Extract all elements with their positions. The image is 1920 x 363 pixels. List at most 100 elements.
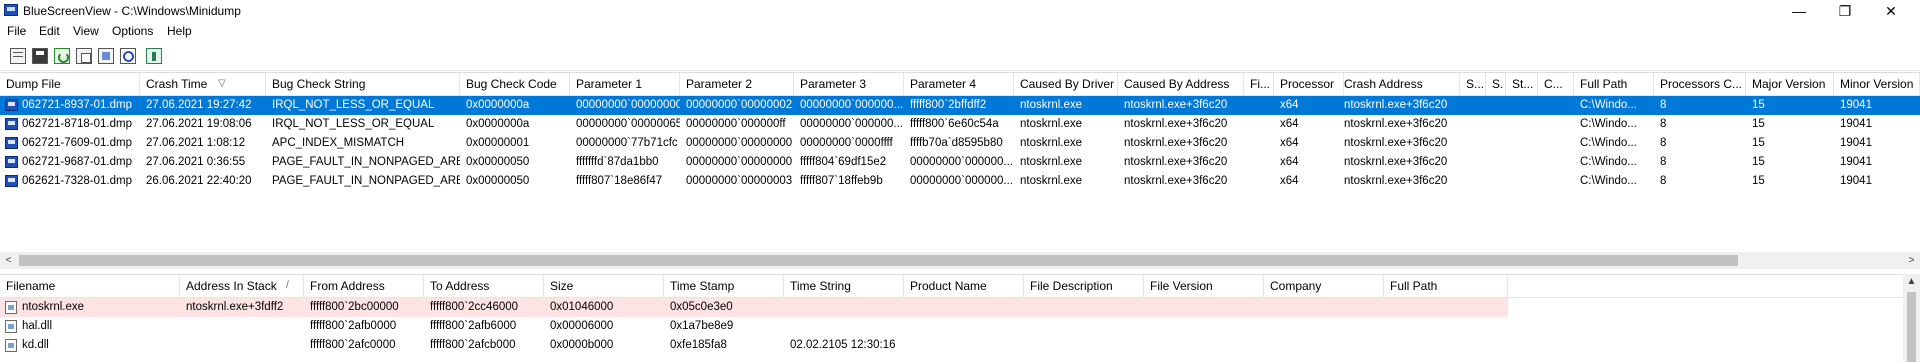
copy-icon[interactable]: [76, 48, 92, 64]
crash-cell: 00000000`00000000: [686, 137, 793, 149]
column-header[interactable]: From Address: [304, 275, 424, 297]
crash-cell: [1506, 96, 1538, 115]
column-header[interactable]: St...: [1506, 73, 1538, 95]
column-header[interactable]: Address In Stack /: [180, 275, 304, 297]
column-header[interactable]: Processor: [1274, 73, 1344, 95]
vertical-scrollbar[interactable]: ▲: [1903, 274, 1920, 362]
crash-cell: fffff807`18e86f47: [576, 175, 663, 187]
crash-cell: 19041: [1840, 137, 1872, 149]
save-icon[interactable]: [32, 48, 48, 64]
crash-cell: [1460, 134, 1486, 153]
module-cell: [784, 298, 904, 317]
crash-cell: [1486, 172, 1506, 191]
module-row[interactable]: hal.dll fffff800`2afb0000 fffff800`2afb600…: [0, 317, 1508, 336]
column-header[interactable]: File Version: [1144, 275, 1264, 297]
column-header[interactable]: Processors C...: [1654, 73, 1746, 95]
module-cell: 0x0000b000: [550, 339, 614, 351]
column-header[interactable]: File Description: [1024, 275, 1144, 297]
column-header[interactable]: Size: [544, 275, 664, 297]
crash-cell: ntoskrnl.exe: [1020, 175, 1083, 187]
crash-cell: 00000000`00000065: [576, 118, 680, 130]
column-header[interactable]: Minor Version: [1834, 73, 1920, 95]
column-header[interactable]: Fi...: [1244, 73, 1274, 95]
crash-cell: [1506, 134, 1538, 153]
window-title: BlueScreenView - C:\Windows\Minidump: [23, 4, 241, 18]
crash-cell: 19041: [1840, 99, 1872, 111]
scroll-right-icon[interactable]: >: [1903, 252, 1920, 269]
column-header[interactable]: S...: [1460, 73, 1486, 95]
column-header[interactable]: Time Stamp: [664, 275, 784, 297]
module-cell: fffff800`2bc00000: [310, 301, 399, 313]
crash-row[interactable]: 062721-7609-01.dmp 27.06.2021 1:08:12 APC_…: [0, 134, 1920, 153]
scrollbar-thumb[interactable]: [19, 255, 1738, 266]
column-header[interactable]: Parameter 3: [794, 73, 904, 95]
module-list-header: Filename Address In Stack / From Address …: [0, 275, 1903, 298]
column-header[interactable]: Crash Address: [1338, 73, 1460, 95]
column-header[interactable]: Time String: [784, 275, 904, 297]
crash-cell: [1460, 96, 1486, 115]
module-list[interactable]: Filename Address In Stack / From Address …: [0, 274, 1920, 363]
crash-cell: 8: [1660, 118, 1667, 130]
exit-icon[interactable]: [146, 48, 162, 64]
menu-view[interactable]: View: [73, 24, 99, 38]
column-header[interactable]: Bug Check Code: [460, 73, 570, 95]
html-report-icon[interactable]: [98, 48, 114, 64]
crash-cell: [1506, 115, 1538, 134]
scroll-left-icon[interactable]: <: [0, 252, 17, 269]
crash-cell: 0x00000050: [466, 175, 530, 187]
crash-row[interactable]: 062721-8937-01.dmp 27.06.2021 19:27:42 IRQ…: [0, 96, 1920, 115]
crash-cell: ntoskrnl.exe+3f6c20: [1344, 175, 1448, 187]
crash-cell: [1486, 115, 1506, 134]
module-cell: kd.dll: [22, 339, 49, 351]
column-header[interactable]: Full Path: [1574, 73, 1654, 95]
crash-row[interactable]: 062721-8718-01.dmp 27.06.2021 19:08:06 IRQ…: [0, 115, 1920, 134]
module-row[interactable]: ntoskrnl.exe ntoskrnl.exe+3fdff2 fffff800`…: [0, 298, 1508, 317]
crash-row[interactable]: 062621-7328-01.dmp 26.06.2021 22:40:20 PAG…: [0, 172, 1920, 191]
column-header[interactable]: Crash Time ▽: [140, 73, 266, 95]
crash-cell: [1538, 115, 1574, 134]
module-cell: 0x01046000: [550, 301, 614, 313]
column-header[interactable]: Parameter 1: [570, 73, 680, 95]
column-header[interactable]: Dump File: [0, 73, 140, 95]
menu-options[interactable]: Options: [112, 24, 153, 38]
column-header[interactable]: Filename: [0, 275, 180, 297]
horizontal-scrollbar[interactable]: < >: [0, 252, 1920, 269]
column-header[interactable]: Full Path: [1384, 275, 1508, 297]
column-header[interactable]: Bug Check String: [266, 73, 460, 95]
scrollbar-thumb[interactable]: [1907, 292, 1916, 362]
properties-icon[interactable]: [10, 48, 26, 64]
crash-cell: [1486, 96, 1506, 115]
column-header[interactable]: To Address: [424, 275, 544, 297]
crash-cell: [1506, 172, 1538, 191]
crash-cell: [1538, 172, 1574, 191]
crash-cell: ntoskrnl.exe: [1020, 156, 1083, 168]
minimize-button[interactable]: —: [1776, 0, 1822, 22]
menu-file[interactable]: File: [7, 24, 26, 38]
column-header[interactable]: Parameter 2: [680, 73, 794, 95]
find-icon[interactable]: [120, 48, 136, 64]
column-header[interactable]: Caused By Driver: [1014, 73, 1118, 95]
module-row[interactable]: kd.dll fffff800`2afc0000 fffff800`2afcb000…: [0, 336, 1508, 355]
column-header[interactable]: Parameter 4: [904, 73, 1014, 95]
module-cell: [904, 336, 1024, 355]
crash-list[interactable]: Dump File Crash Time ▽ Bug Check String B…: [0, 72, 1920, 251]
crash-cell: 00000000`000000...: [800, 99, 903, 111]
crash-cell: ntoskrnl.exe: [1020, 118, 1083, 130]
crash-cell: ntoskrnl.exe+3f6c20: [1344, 118, 1448, 130]
refresh-icon[interactable]: [54, 48, 70, 64]
crash-cell: fffff807`18ffeb9b: [800, 175, 883, 187]
close-button[interactable]: ✕: [1868, 0, 1914, 22]
column-header[interactable]: Caused By Address: [1118, 73, 1244, 95]
column-header[interactable]: Major Version: [1746, 73, 1834, 95]
menu-edit[interactable]: Edit: [39, 24, 60, 38]
column-header[interactable]: Product Name: [904, 275, 1024, 297]
crash-cell: 0x00000001: [466, 137, 530, 149]
column-header[interactable]: Company: [1264, 275, 1384, 297]
column-header[interactable]: S.: [1486, 73, 1506, 95]
scroll-up-icon[interactable]: ▲: [1903, 276, 1920, 287]
crash-cell: x64: [1280, 175, 1299, 187]
maximize-button[interactable]: ❐: [1822, 0, 1868, 22]
menu-help[interactable]: Help: [167, 24, 192, 38]
column-header[interactable]: C...: [1538, 73, 1574, 95]
crash-row[interactable]: 062721-9687-01.dmp 27.06.2021 0:36:55 PAGE…: [0, 153, 1920, 172]
